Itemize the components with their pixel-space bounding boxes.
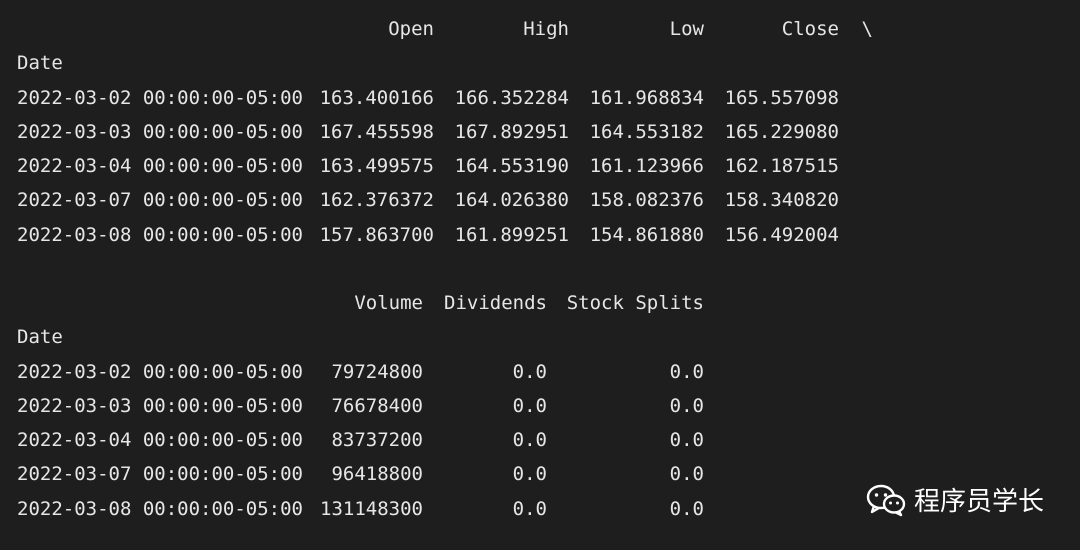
cell-dividends: 0.0 [512,361,547,383]
cell-high: 164.553190 [454,155,569,177]
table-row: 2022-03-08 00:00:00-05:00 157.863700 161… [0,223,1080,247]
cell-stock-splits: 0.0 [669,498,704,520]
cell-volume: 131148300 [320,498,423,520]
cell-dividends: 0.0 [512,463,547,485]
cell-low: 154.861880 [589,224,704,246]
table-row: 2022-03-02 00:00:00-05:00 163.400166 166… [0,86,1080,110]
cell-open: 167.455598 [319,121,434,143]
cell-volume: 96418800 [331,463,423,485]
cell-close: 156.492004 [724,224,839,246]
cell-high: 164.026380 [454,189,569,211]
cell-high: 161.899251 [454,224,569,246]
row-date: 2022-03-03 00:00:00-05:00 [17,121,303,143]
line-continuation-backslash: \ [861,18,873,40]
row-date: 2022-03-03 00:00:00-05:00 [17,395,303,417]
cell-low: 158.082376 [589,189,704,211]
table2-index-name: Date [17,326,63,348]
column-header-volume: Volume [354,292,423,314]
table1-header-row: Open High Low Close \ [0,17,1080,41]
row-date: 2022-03-02 00:00:00-05:00 [17,87,303,109]
row-date: 2022-03-07 00:00:00-05:00 [17,463,303,485]
wechat-icon [866,483,906,517]
cell-volume: 83737200 [331,429,423,451]
cell-low: 164.553182 [589,121,704,143]
row-date: 2022-03-04 00:00:00-05:00 [17,155,303,177]
cell-open: 162.376372 [319,189,434,211]
cell-open: 163.499575 [319,155,434,177]
cell-close: 165.557098 [724,87,839,109]
cell-low: 161.968834 [589,87,704,109]
cell-stock-splits: 0.0 [669,361,704,383]
row-date: 2022-03-02 00:00:00-05:00 [17,361,303,383]
cell-dividends: 0.0 [512,395,547,417]
table-row: 2022-03-07 00:00:00-05:00 162.376372 164… [0,188,1080,212]
table-row: 2022-03-03 00:00:00-05:00 167.455598 167… [0,120,1080,144]
table-row: 2022-03-04 00:00:00-05:00 83737200 0.0 0… [0,428,1080,452]
table-row: 2022-03-02 00:00:00-05:00 79724800 0.0 0… [0,360,1080,384]
cell-close: 158.340820 [724,189,839,211]
table-row: 2022-03-04 00:00:00-05:00 163.499575 164… [0,154,1080,178]
terminal-output: Open High Low Close \ Date 2022-03-02 00… [0,0,1080,550]
column-header-close: Close [781,18,839,40]
cell-dividends: 0.0 [512,498,547,520]
table-row: 2022-03-03 00:00:00-05:00 76678400 0.0 0… [0,394,1080,418]
table2-header-row: Volume Dividends Stock Splits [0,291,1080,315]
cell-dividends: 0.0 [512,429,547,451]
cell-stock-splits: 0.0 [669,395,704,417]
column-header-stock-splits: Stock Splits [566,292,704,314]
watermark: 程序员学长 [866,481,1044,518]
cell-close: 165.229080 [724,121,839,143]
column-header-high: High [523,18,569,40]
cell-volume: 76678400 [331,395,423,417]
row-date: 2022-03-04 00:00:00-05:00 [17,429,303,451]
cell-stock-splits: 0.0 [669,429,704,451]
cell-close: 162.187515 [724,155,839,177]
column-header-dividends: Dividends [444,292,547,314]
cell-open: 157.863700 [319,224,434,246]
table1-index-name: Date [17,52,63,74]
cell-open: 163.400166 [319,87,434,109]
column-header-low: Low [669,18,704,40]
cell-stock-splits: 0.0 [669,463,704,485]
cell-high: 166.352284 [454,87,569,109]
row-date: 2022-03-08 00:00:00-05:00 [17,498,303,520]
watermark-text: 程序员学长 [913,487,1044,517]
column-header-open: Open [388,18,434,40]
row-date: 2022-03-08 00:00:00-05:00 [17,224,303,246]
cell-volume: 79724800 [331,361,423,383]
row-date: 2022-03-07 00:00:00-05:00 [17,189,303,211]
cell-low: 161.123966 [589,155,704,177]
cell-high: 167.892951 [454,121,569,143]
